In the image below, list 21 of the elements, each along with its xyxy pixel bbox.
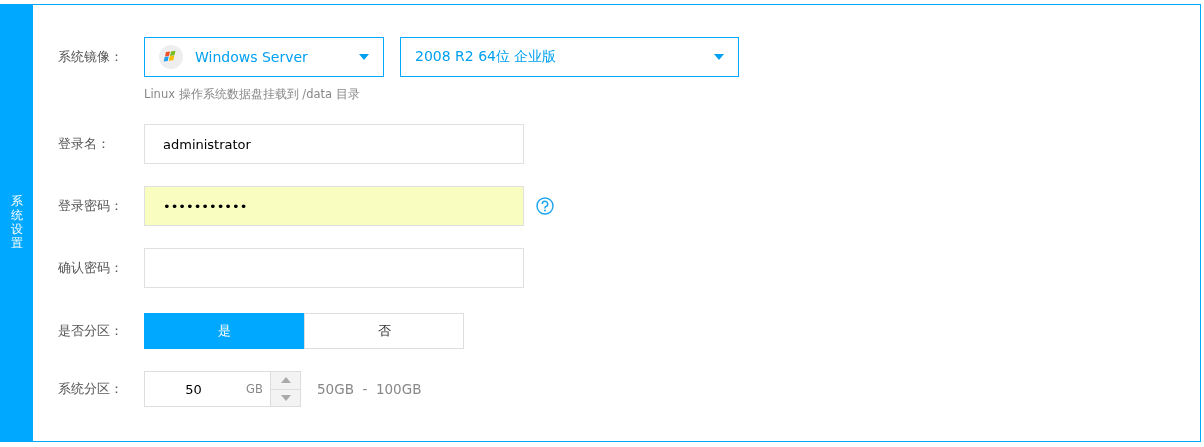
caret-icon — [359, 54, 369, 60]
unit-label: GB — [246, 382, 263, 396]
up-arrow-icon — [280, 377, 291, 384]
field-label: 系统分区： — [58, 380, 124, 398]
field-label: 登录名： — [58, 135, 111, 153]
increment-button[interactable] — [271, 372, 300, 389]
caret-icon — [714, 54, 724, 60]
input-field[interactable]: ••••••••••• — [144, 186, 524, 226]
field-label: 登录密码： — [58, 197, 124, 215]
hint-text: Linux 操作系统数据盘挂载到 /data 目录 — [144, 87, 361, 102]
windows-logo-icon — [159, 45, 183, 69]
field-label: 是否分区： — [58, 322, 124, 340]
field-label: 确认密码： — [58, 259, 124, 277]
input-field[interactable]: administrator — [144, 124, 524, 164]
help-icon[interactable] — [536, 197, 554, 215]
range-text: 50GB - 100GB — [317, 381, 422, 397]
toggle-option[interactable]: 否 — [304, 313, 464, 349]
input-field[interactable] — [144, 248, 524, 288]
field-label: 系统镜像： — [58, 48, 124, 66]
down-arrow-icon — [280, 394, 291, 401]
sidebar-tab-label: 系统设置 — [11, 195, 23, 251]
